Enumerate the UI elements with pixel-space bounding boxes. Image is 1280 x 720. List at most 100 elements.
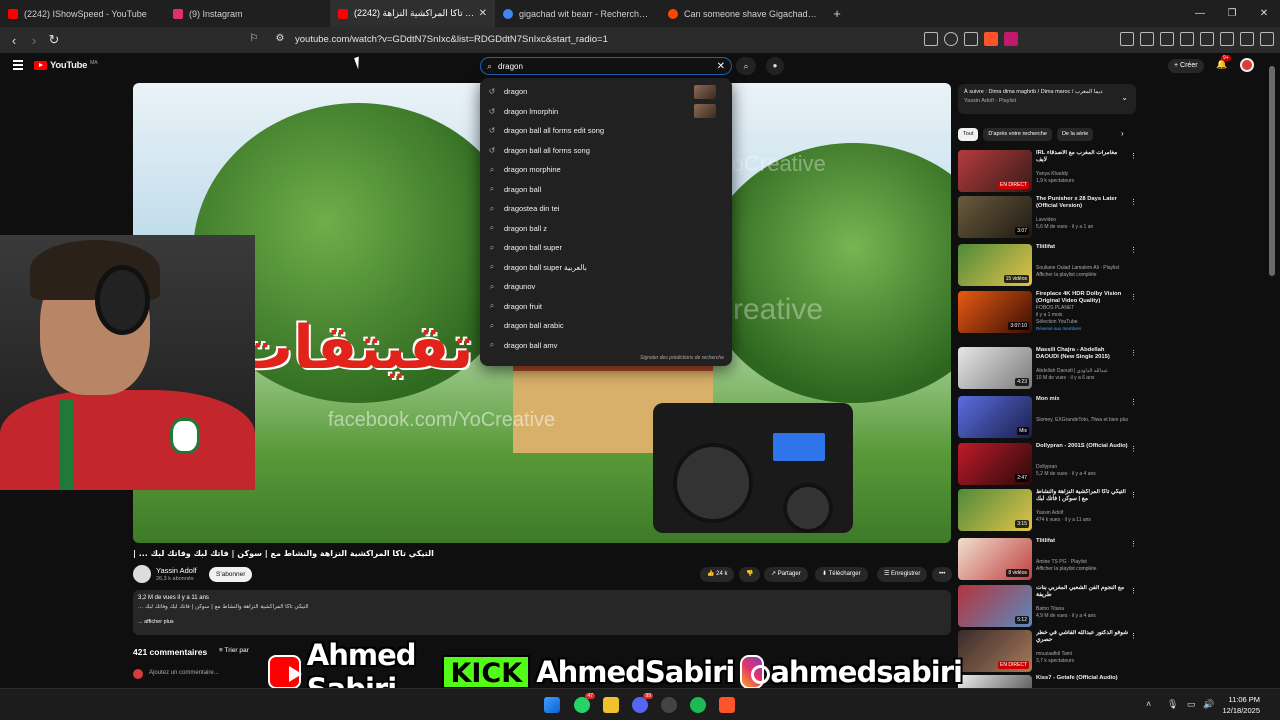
suggestion-item[interactable]: ↺ dragon ball all forms song (480, 141, 732, 161)
recommended-video[interactable]: 3:07 The Punisher x 28 Days Later (Offici… (958, 196, 1138, 238)
windows-start-icon[interactable] (544, 697, 560, 713)
recommended-video[interactable]: 8 vidéos Tlitlifat Amine TS PG · Playlist A… (958, 538, 1138, 580)
save-button[interactable]: ☰ Enregistrer (877, 567, 928, 582)
suggestion-item[interactable]: ⌕ dragon fruit (480, 297, 732, 317)
subscribe-button[interactable]: S'abonner (209, 567, 253, 582)
recommended-video[interactable]: 15 vidéos Tlitlifat Souliane Oulad Lamalem… (958, 244, 1138, 286)
site-settings-icon[interactable]: ⚙ (270, 33, 290, 44)
sort-comments-button[interactable]: ≡ Trier par (219, 647, 249, 654)
reload-icon[interactable]: ↻ (44, 32, 64, 48)
dislike-button[interactable]: 👎 (739, 567, 761, 582)
recommended-video[interactable]: EN DIRECT شوفو الدكتور عبدالله الفاشي في … (958, 630, 1138, 672)
microphone-icon[interactable]: 🎙 (1167, 699, 1178, 710)
video-thumbnail[interactable]: 3:15 (958, 489, 1032, 531)
video-thumbnail[interactable]: EN DIRECT (958, 150, 1032, 192)
channel-avatar[interactable] (133, 565, 151, 583)
create-button[interactable]: + Créer (1168, 59, 1204, 73)
more-options-icon[interactable]: ⋮ (1130, 293, 1137, 301)
maximize-button[interactable]: ❐ (1216, 0, 1248, 27)
forward-arrow-icon[interactable]: › (24, 33, 44, 48)
more-options-icon[interactable]: ⋮ (1130, 632, 1137, 640)
more-options-icon[interactable]: ⋮ (1130, 491, 1137, 499)
more-options-icon[interactable]: ⋮ (1130, 398, 1137, 406)
extensions-icon[interactable] (1120, 32, 1134, 46)
video-thumbnail[interactable]: 3:07:10 (958, 291, 1032, 333)
tab-instagram[interactable]: (9) Instagram (165, 0, 330, 27)
video-thumbnail[interactable]: 5:12 (958, 585, 1032, 627)
voice-search-button[interactable]: ● (766, 57, 784, 75)
chevron-down-icon[interactable]: ⌄ (1121, 93, 1128, 102)
tab-ishowspeed[interactable]: (2242) IShowSpeed - YouTube (0, 0, 165, 27)
recommended-video[interactable]: 3:15 التيكي تاكا المراكشية النزاهة والنشا… (958, 489, 1138, 531)
cast-icon[interactable] (924, 32, 938, 46)
wallet-icon[interactable] (1140, 32, 1154, 46)
channel-name[interactable]: Yassin Adolf (156, 566, 197, 575)
brave-browser-icon[interactable] (719, 697, 735, 713)
suggestion-item[interactable]: ⌕ dragon ball amv (480, 336, 732, 356)
close-window-button[interactable]: ✕ (1248, 0, 1280, 27)
recommended-video[interactable]: 5:12 مع النجوم الفن الشعبي المغربي بنات ط… (958, 585, 1138, 627)
recommended-video[interactable]: 3:07:10 Fireplace 4K HDR Dolby Vision (Or… (958, 291, 1138, 333)
search-button[interactable]: ⌕ (736, 57, 756, 75)
discord-icon[interactable]: 99 (632, 693, 653, 713)
more-actions-button[interactable]: ••• (932, 567, 953, 582)
add-comment-field[interactable]: Ajoutez un commentaire... (149, 670, 219, 676)
menu-icon[interactable] (1260, 32, 1274, 46)
video-thumbnail[interactable]: 8 vidéos (958, 538, 1032, 580)
new-tab-button[interactable]: + (825, 6, 849, 21)
scrollbar-thumb[interactable] (1269, 66, 1275, 276)
notifications-bell-icon[interactable]: 🔔 9+ (1216, 55, 1231, 70)
brave-rewards-icon[interactable] (1004, 32, 1018, 46)
show-more-link[interactable]: ... afficher plus (138, 619, 946, 625)
chip-from-search[interactable]: D'après votre recherche (983, 128, 1052, 141)
suggestion-item[interactable]: ⌕ dragostea din tei (480, 199, 732, 219)
close-tab-icon[interactable]: ✕ (479, 8, 487, 19)
video-thumbnail[interactable]: Mix (958, 396, 1032, 438)
like-button[interactable]: 👍 24 k (700, 567, 735, 582)
download-button[interactable]: ⬇ Télécharger (815, 567, 868, 582)
suggestion-item[interactable]: ⌕ dragon ball z (480, 219, 732, 239)
brave-shield-icon[interactable] (984, 32, 998, 46)
leo-ai-icon[interactable] (1220, 32, 1234, 46)
system-clock[interactable]: 11:06 PM 12/18/2025 (1220, 694, 1260, 716)
volume-icon[interactable]: 🔊 (1203, 699, 1214, 710)
video-thumbnail[interactable]: 15 vidéos (958, 244, 1032, 286)
whatsapp-icon[interactable]: 47 (574, 693, 595, 713)
suggestion-item[interactable]: ⌕ dragunov (480, 277, 732, 297)
more-options-icon[interactable]: ⋮ (1130, 540, 1137, 548)
obs-icon[interactable] (661, 697, 677, 713)
minimize-button[interactable]: — (1184, 0, 1216, 27)
bookmark-icon[interactable]: ⚐ (244, 33, 264, 44)
video-thumbnail[interactable]: 3:07 (958, 196, 1032, 238)
account-avatar[interactable] (1240, 58, 1254, 72)
sidebar-icon[interactable] (1180, 32, 1194, 46)
more-options-icon[interactable]: ⋮ (1130, 445, 1137, 453)
more-options-icon[interactable]: ⋮ (1130, 246, 1137, 254)
tab-current-video[interactable]: (2242) التيكي تاكا المراكشية النزاهة ✕ (330, 0, 495, 27)
video-thumbnail[interactable]: EN DIRECT (958, 630, 1032, 672)
more-options-icon[interactable]: ⋮ (1130, 587, 1137, 595)
zoom-icon[interactable] (944, 32, 958, 46)
chip-from-series[interactable]: De la série (1056, 128, 1094, 141)
suggestion-item[interactable]: ↺ dragon (480, 82, 732, 102)
suggestion-item[interactable]: ⌕ dragon morphine (480, 160, 732, 180)
suggestion-item[interactable]: ⌕ dragon ball (480, 180, 732, 200)
chip-all[interactable]: Tout (958, 128, 979, 141)
network-icon[interactable]: ▭ (1187, 699, 1196, 710)
search-input[interactable]: ⌕ dragon ✕ (480, 57, 732, 75)
file-explorer-icon[interactable] (603, 697, 619, 713)
suggestion-item[interactable]: ⌕ dragon ball arabic (480, 316, 732, 336)
suggestion-item[interactable]: ↺ dragon lmorphin (480, 102, 732, 122)
recommended-video[interactable]: 4:23 Massili Chajra - Abdellah DAOUDI (Ne… (958, 347, 1138, 389)
suggestion-item[interactable]: ↺ dragon ball all forms edit song (480, 121, 732, 141)
chevron-up-icon[interactable]: ˄ (1146, 699, 1151, 709)
suggestion-item[interactable]: ⌕ dragon ball super بالعربية (480, 258, 732, 278)
share-icon[interactable] (964, 32, 978, 46)
url-field[interactable]: youtube.com/watch?v=GDdtN7SnIxc&list=RDG… (295, 34, 608, 45)
share-button[interactable]: ↗ Partager (764, 567, 808, 582)
youtube-logo[interactable]: YouTube MA (34, 60, 98, 71)
tab-icon[interactable] (1200, 32, 1214, 46)
up-next-playlist-panel[interactable]: À suivre : Dima dima maghrib / Dima maro… (958, 84, 1136, 114)
video-description[interactable]: 3,2 M de vues il y a 11 ans التيكي تاكا … (133, 590, 951, 635)
more-options-icon[interactable]: ⋮ (1130, 349, 1137, 357)
